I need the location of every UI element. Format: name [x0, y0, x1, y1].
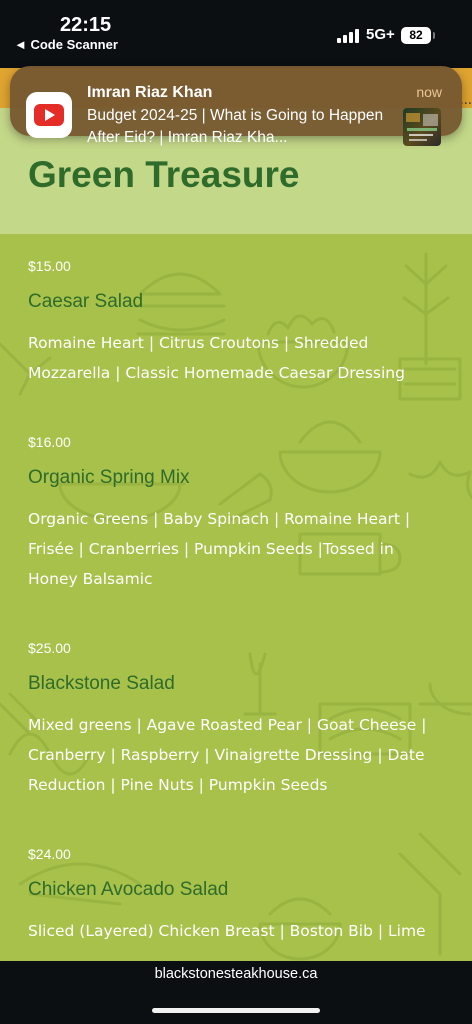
item-name: Caesar Salad	[28, 291, 144, 312]
cellular-signal-icon	[337, 29, 361, 43]
item-price: $15.00	[28, 258, 71, 274]
salad-menu: $15.00 Caesar Salad Romaine Heart | Citr…	[28, 256, 448, 961]
menu-item: $24.00 Chicken Avocado Salad Sliced (Lay…	[28, 844, 448, 946]
web-page: ... Green Treasure $15.00 Caesar Salad R…	[0, 68, 472, 961]
menu-item: $15.00 Caesar Salad Romaine Heart | Citr…	[28, 256, 448, 388]
home-indicator[interactable]	[152, 1008, 320, 1013]
page-title: Green Treasure	[28, 154, 300, 195]
status-bar: 22:15 ◄ Code Scanner 5G+ 82	[0, 0, 472, 68]
item-name: Chicken Avocado Salad	[28, 879, 229, 900]
item-name: Blackstone Salad	[28, 673, 175, 694]
menu-item: $16.00 Organic Spring Mix Organic Greens…	[28, 432, 448, 594]
video-thumbnail	[403, 108, 441, 146]
battery-icon: 82	[401, 27, 431, 44]
item-name: Organic Spring Mix	[28, 467, 190, 488]
notification-body: Budget 2024-25 | What is Going to Happen…	[87, 107, 384, 146]
item-price: $25.00	[28, 640, 71, 656]
battery-tip	[433, 32, 435, 39]
item-price: $24.00	[28, 846, 71, 862]
youtube-icon	[26, 92, 72, 138]
item-description: Organic Greens | Baby Spinach | Romaine …	[28, 510, 411, 588]
item-description: Mixed greens | Agave Roasted Pear | Goat…	[28, 716, 427, 794]
notification-title: Imran Riaz Khan	[87, 84, 213, 101]
menu-item: $25.00 Blackstone Salad Mixed greens | A…	[28, 638, 448, 800]
browser-address-bar[interactable]: blackstonesteakhouse.ca	[0, 961, 472, 1024]
item-description: Romaine Heart | Citrus Croutons | Shredd…	[28, 334, 405, 382]
network-type: 5G+	[366, 26, 395, 43]
youtube-notification-banner[interactable]: Imran Riaz Khan Budget 2024-25 | What is…	[10, 66, 462, 146]
item-price: $16.00	[28, 434, 71, 450]
item-description: Sliced (Layered) Chicken Breast | Boston…	[28, 922, 426, 940]
status-time: 22:15	[60, 14, 112, 36]
back-to-code-scanner-link[interactable]: ◄ Code Scanner	[14, 37, 118, 52]
notification-time: now	[416, 84, 442, 100]
url-text[interactable]: blackstonesteakhouse.ca	[0, 966, 472, 982]
